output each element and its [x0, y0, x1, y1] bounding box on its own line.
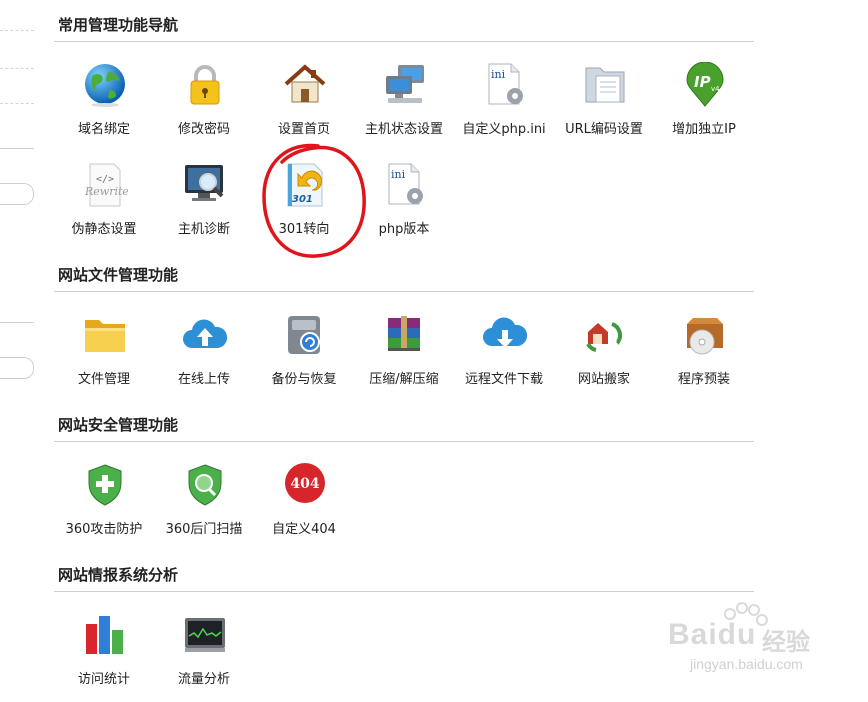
tile-label: 301转向	[278, 222, 330, 237]
folder-document-icon	[582, 62, 628, 108]
tile-preinstall[interactable]: 程序预装	[654, 312, 754, 402]
house-move-icon	[582, 312, 628, 358]
tile-label: 修改密码	[177, 122, 230, 137]
section-divider	[54, 591, 754, 592]
disk-backup-icon	[282, 312, 328, 358]
archive-books-icon	[382, 312, 428, 358]
watermark-suffix: 经验	[762, 628, 810, 656]
folder-icon	[82, 312, 128, 358]
left-sidebar-edge	[0, 0, 40, 697]
sidebar-divider	[0, 322, 34, 323]
tile-backup-restore[interactable]: 备份与恢复	[254, 312, 354, 402]
section-divider	[54, 41, 754, 42]
tile-label: 访问统计	[77, 672, 130, 687]
tile-label: 远程文件下载	[464, 372, 543, 387]
tile-change-password[interactable]: 修改密码	[154, 62, 254, 152]
tile-label: 文件管理	[77, 372, 130, 387]
tile-host-diagnosis[interactable]: 主机诊断	[154, 162, 254, 252]
sidebar-divider	[0, 148, 34, 149]
tile-label: 360后门扫描	[165, 522, 243, 537]
tile-360-attack-protection[interactable]: 360攻击防护	[54, 462, 154, 552]
globe-icon	[82, 62, 128, 108]
tile-label: 在线上传	[177, 372, 230, 387]
circle-404-icon: 404	[282, 462, 328, 508]
tile-file-manager[interactable]: 文件管理	[54, 312, 154, 402]
section-title-common: 常用管理功能导航	[58, 16, 179, 34]
tile-domain-binding[interactable]: 域名绑定	[54, 62, 154, 152]
watermark-brand: Baidu	[668, 618, 757, 651]
house-icon	[282, 62, 328, 108]
shield-plus-icon	[82, 462, 128, 508]
tile-label: 网站搬家	[577, 372, 630, 387]
tile-label: 增加独立IP	[672, 122, 736, 137]
tile-label: 域名绑定	[77, 122, 130, 137]
tile-360-backdoor-scan[interactable]: 360后门扫描	[154, 462, 254, 552]
padlock-icon	[182, 62, 228, 108]
monitor-graph-icon	[182, 612, 228, 658]
tile-301-redirect[interactable]: 301 301转向	[254, 162, 354, 252]
tile-compress[interactable]: 压缩/解压缩	[354, 312, 454, 402]
section-title-analytics: 网站情报系统分析	[58, 566, 179, 584]
svg-text:301: 301	[292, 194, 313, 205]
tile-label: 流量分析	[177, 672, 230, 687]
tile-site-move[interactable]: 网站搬家	[554, 312, 654, 402]
tile-label: php版本	[378, 222, 430, 237]
svg-text:404: 404	[290, 476, 319, 492]
tile-add-ip[interactable]: IP v4 增加独立IP	[654, 61, 754, 152]
sidebar-divider	[0, 68, 34, 69]
tile-label: 主机状态设置	[364, 122, 443, 137]
sidebar-divider	[0, 30, 34, 31]
tile-url-encoding[interactable]: URL编码设置	[554, 62, 654, 152]
shield-scan-icon	[182, 462, 228, 508]
box-cd-icon	[682, 312, 728, 358]
tile-custom-404[interactable]: 404 自定义404	[254, 462, 354, 552]
tile-php-version[interactable]: ini php版本	[354, 162, 454, 252]
tile-custom-php-ini[interactable]: ini 自定义php.ini	[454, 62, 554, 152]
tile-label: 压缩/解压缩	[369, 372, 439, 387]
section-title-security: 网站安全管理功能	[58, 416, 179, 434]
tile-label: 备份与恢复	[271, 372, 337, 387]
bar-chart-icon	[82, 612, 128, 658]
section-divider	[54, 441, 754, 442]
tile-host-status[interactable]: 主机状态设置	[354, 62, 454, 152]
svg-text:Rewrite: Rewrite	[84, 185, 128, 198]
sidebar-divider	[0, 103, 34, 104]
svg-text:IP: IP	[694, 73, 711, 91]
svg-text:ini: ini	[391, 168, 406, 181]
sidebar-input[interactable]	[0, 357, 34, 379]
tile-label: 设置首页	[277, 122, 330, 137]
ini-file-gear-icon: ini	[482, 62, 528, 108]
watermark-url: jingyan.baidu.com	[690, 656, 803, 672]
rewrite-icon: </> Rewrite	[82, 162, 129, 208]
sidebar-input[interactable]	[0, 183, 34, 205]
cloud-download-icon	[482, 312, 528, 358]
ini-file-gear-icon: ini	[382, 162, 428, 208]
svg-text:</>: </>	[96, 174, 114, 185]
tile-label: URL编码设置	[565, 122, 643, 137]
tile-label: 程序预装	[677, 372, 730, 387]
tile-visit-stats[interactable]: 访问统计	[54, 612, 154, 702]
section-title-files: 网站文件管理功能	[58, 266, 179, 284]
tile-online-upload[interactable]: 在线上传	[154, 312, 254, 402]
tile-label: 自定义php.ini	[462, 122, 546, 137]
svg-text:v4: v4	[711, 85, 720, 93]
tile-label: 伪静态设置	[71, 222, 137, 237]
tile-traffic-analysis[interactable]: 流量分析	[154, 612, 254, 702]
ip-pin-icon: IP v4	[682, 61, 728, 108]
tile-set-homepage[interactable]: 设置首页	[254, 62, 354, 152]
tile-label: 主机诊断	[177, 222, 230, 237]
svg-text:ini: ini	[491, 68, 506, 81]
tile-remote-download[interactable]: 远程文件下载	[454, 312, 554, 402]
cloud-upload-icon	[182, 312, 228, 358]
section-divider	[54, 291, 754, 292]
tile-label: 360攻击防护	[65, 522, 143, 537]
tile-label: 自定义404	[272, 522, 336, 537]
tile-rewrite[interactable]: </> Rewrite 伪静态设置	[54, 162, 154, 252]
monitor-magnifier-icon	[182, 162, 228, 208]
redirect-301-icon: 301	[282, 162, 328, 208]
computers-icon	[382, 62, 428, 108]
